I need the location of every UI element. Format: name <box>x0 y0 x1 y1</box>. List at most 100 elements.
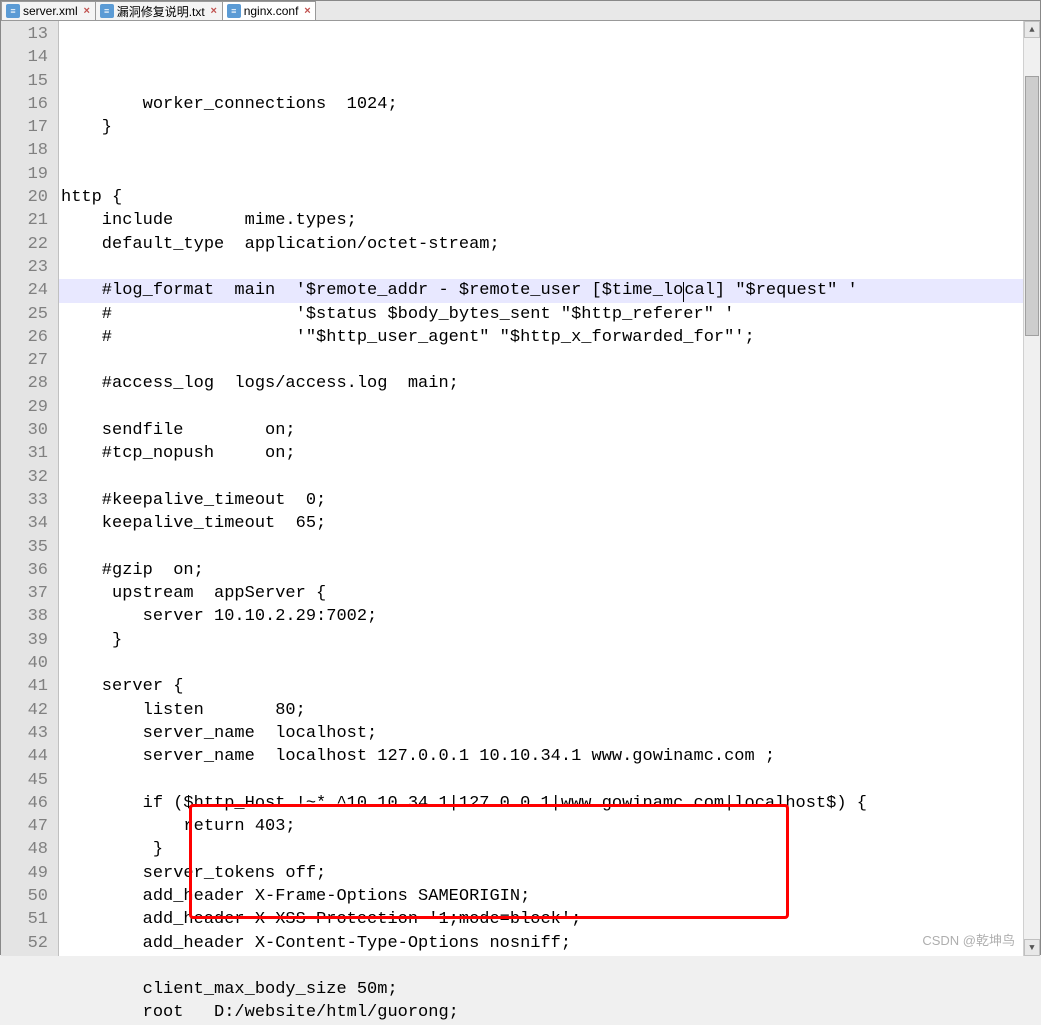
line-number: 39 <box>1 629 58 652</box>
line-number: 44 <box>1 745 58 768</box>
code-line[interactable]: worker_connections 1024; <box>59 93 1023 116</box>
code-line[interactable] <box>59 536 1023 559</box>
code-line[interactable]: #log_format main '$remote_addr - $remote… <box>59 279 1023 302</box>
code-line[interactable] <box>59 652 1023 675</box>
code-line[interactable]: server_name localhost; <box>59 722 1023 745</box>
code-line[interactable]: keepalive_timeout 65; <box>59 512 1023 535</box>
line-number: 29 <box>1 396 58 419</box>
code-line[interactable]: sendfile on; <box>59 419 1023 442</box>
tab-0[interactable]: ≡server.xml× <box>1 1 96 20</box>
line-number: 24 <box>1 279 58 302</box>
line-number: 42 <box>1 699 58 722</box>
line-number: 32 <box>1 466 58 489</box>
tab-2[interactable]: ≡nginx.conf× <box>222 1 317 20</box>
code-line[interactable]: if ($http_Host !~* ^10.10.34.1|127.0.0.1… <box>59 792 1023 815</box>
line-number: 25 <box>1 303 58 326</box>
code-line[interactable] <box>59 163 1023 186</box>
line-number: 33 <box>1 489 58 512</box>
code-line[interactable] <box>59 396 1023 419</box>
code-line[interactable] <box>59 349 1023 372</box>
close-icon[interactable]: × <box>208 5 220 17</box>
vertical-scrollbar[interactable]: ▲ ▼ <box>1023 21 1040 956</box>
close-icon[interactable]: × <box>81 5 93 17</box>
code-line[interactable]: # '"$http_user_agent" "$http_x_forwarded… <box>59 326 1023 349</box>
code-line[interactable]: server 10.10.2.29:7002; <box>59 605 1023 628</box>
line-number: 34 <box>1 512 58 535</box>
code-line[interactable]: client_max_body_size 50m; <box>59 978 1023 1001</box>
code-line[interactable]: #access_log logs/access.log main; <box>59 372 1023 395</box>
line-number: 50 <box>1 885 58 908</box>
line-number: 31 <box>1 442 58 465</box>
code-line[interactable]: add_header X-XSS-Protection '1;mode=bloc… <box>59 908 1023 931</box>
code-line[interactable]: } <box>59 116 1023 139</box>
code-line[interactable]: #keepalive_timeout 0; <box>59 489 1023 512</box>
code-view[interactable]: worker_connections 1024; } http { includ… <box>59 21 1023 956</box>
line-number: 37 <box>1 582 58 605</box>
code-line[interactable]: #tcp_nopush on; <box>59 442 1023 465</box>
code-line[interactable]: upstream appServer { <box>59 582 1023 605</box>
file-icon: ≡ <box>100 4 114 18</box>
code-line[interactable] <box>59 955 1023 978</box>
line-number: 47 <box>1 815 58 838</box>
tab-1[interactable]: ≡漏洞修复说明.txt× <box>95 1 223 20</box>
line-number: 20 <box>1 186 58 209</box>
line-number: 46 <box>1 792 58 815</box>
tab-label: server.xml <box>23 4 78 18</box>
line-number: 13 <box>1 23 58 46</box>
scroll-down-arrow[interactable]: ▼ <box>1024 939 1040 956</box>
line-number: 17 <box>1 116 58 139</box>
code-line[interactable]: } <box>59 629 1023 652</box>
line-number: 14 <box>1 46 58 69</box>
code-line[interactable]: default_type application/octet-stream; <box>59 233 1023 256</box>
tab-bar: ≡server.xml×≡漏洞修复说明.txt×≡nginx.conf× <box>1 1 1040 21</box>
tab-label: nginx.conf <box>244 4 299 18</box>
code-line[interactable]: server_name localhost 127.0.0.1 10.10.34… <box>59 745 1023 768</box>
code-line[interactable]: root D:/website/html/guorong; <box>59 1001 1023 1024</box>
text-cursor <box>683 282 684 302</box>
editor-area: 1314151617181920212223242526272829303132… <box>1 21 1040 956</box>
code-line[interactable]: #gzip on; <box>59 559 1023 582</box>
line-gutter: 1314151617181920212223242526272829303132… <box>1 21 59 956</box>
line-number: 15 <box>1 70 58 93</box>
line-number: 45 <box>1 769 58 792</box>
line-number: 18 <box>1 139 58 162</box>
line-number: 52 <box>1 932 58 955</box>
line-number: 19 <box>1 163 58 186</box>
line-number: 16 <box>1 93 58 116</box>
line-number: 40 <box>1 652 58 675</box>
code-line[interactable]: include mime.types; <box>59 209 1023 232</box>
code-line[interactable]: # '$status $body_bytes_sent "$http_refer… <box>59 303 1023 326</box>
close-icon[interactable]: × <box>301 5 313 17</box>
code-line[interactable]: server { <box>59 675 1023 698</box>
line-number: 36 <box>1 559 58 582</box>
code-line[interactable]: return 403; <box>59 815 1023 838</box>
line-number: 21 <box>1 209 58 232</box>
tab-label: 漏洞修复说明.txt <box>117 3 205 20</box>
line-number: 43 <box>1 722 58 745</box>
code-line[interactable]: add_header X-Content-Type-Options nosnif… <box>59 932 1023 955</box>
line-number: 49 <box>1 862 58 885</box>
line-number: 51 <box>1 908 58 931</box>
scroll-thumb[interactable] <box>1025 76 1039 336</box>
file-icon: ≡ <box>227 4 241 18</box>
line-number: 38 <box>1 605 58 628</box>
file-icon: ≡ <box>6 4 20 18</box>
line-number: 26 <box>1 326 58 349</box>
code-line[interactable] <box>59 139 1023 162</box>
line-number: 48 <box>1 838 58 861</box>
code-line[interactable]: add_header X-Frame-Options SAMEORIGIN; <box>59 885 1023 908</box>
code-line[interactable]: } <box>59 838 1023 861</box>
code-line[interactable] <box>59 256 1023 279</box>
line-number: 35 <box>1 536 58 559</box>
code-line[interactable] <box>59 466 1023 489</box>
line-number: 30 <box>1 419 58 442</box>
code-line[interactable]: listen 80; <box>59 699 1023 722</box>
code-line[interactable] <box>59 769 1023 792</box>
scroll-up-arrow[interactable]: ▲ <box>1024 21 1040 38</box>
line-number: 41 <box>1 675 58 698</box>
line-number: 28 <box>1 372 58 395</box>
code-line[interactable]: server_tokens off; <box>59 862 1023 885</box>
line-number: 23 <box>1 256 58 279</box>
line-number: 22 <box>1 233 58 256</box>
code-line[interactable]: http { <box>59 186 1023 209</box>
